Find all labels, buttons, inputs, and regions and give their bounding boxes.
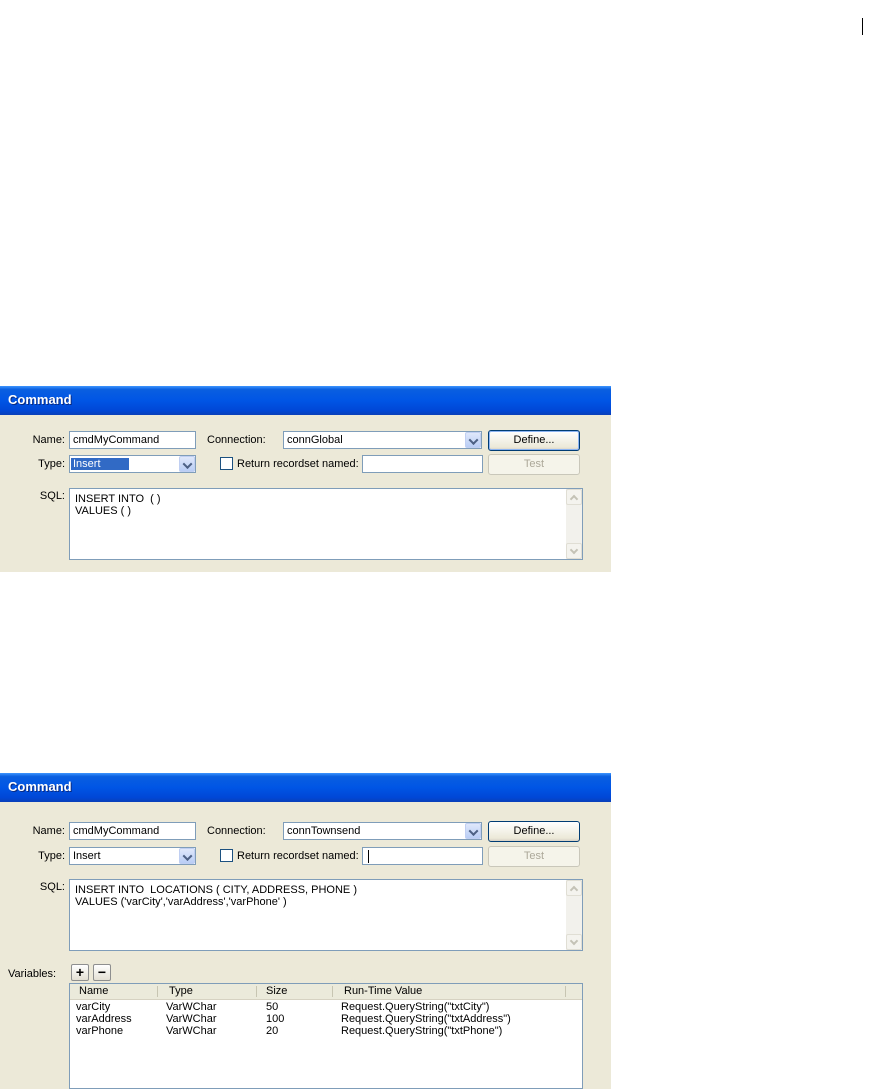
type-label: Type: <box>38 850 65 862</box>
sql-line: INSERT INTO ( ) <box>75 493 161 505</box>
variables-table[interactable]: Name Type Size Run-Time Value varCity Va… <box>69 983 583 1089</box>
column-header-runtime-value[interactable]: Run-Time Value <box>338 985 422 997</box>
remove-variable-button[interactable]: − <box>93 964 111 981</box>
return-recordset-input[interactable] <box>362 847 483 865</box>
test-button[interactable]: Test <box>488 846 580 867</box>
chevron-down-icon[interactable] <box>179 848 195 864</box>
column-header-type[interactable]: Type <box>163 985 193 997</box>
name-label: Name: <box>32 825 65 837</box>
column-divider[interactable] <box>565 986 566 997</box>
text-caret <box>368 850 369 863</box>
cell-runtime-value: Request.QueryString("txtCity") <box>341 1001 490 1013</box>
scroll-down-icon[interactable] <box>566 543 582 559</box>
cell-size: 100 <box>266 1013 285 1025</box>
cell-name: varAddress <box>76 1013 132 1025</box>
scroll-up-icon[interactable] <box>566 880 582 896</box>
cell-size: 20 <box>266 1025 279 1037</box>
chevron-down-icon[interactable] <box>465 823 481 839</box>
return-recordset-label: Return recordset named: <box>237 458 359 470</box>
sql-line: VALUES ('varCity','varAddress','varPhone… <box>75 896 287 908</box>
variables-label: Variables: <box>8 968 57 980</box>
column-header-size[interactable]: Size <box>260 985 287 997</box>
dialog-title: Command <box>8 392 72 407</box>
return-recordset-input[interactable] <box>362 455 483 473</box>
table-header: Name Type Size Run-Time Value <box>70 984 582 1000</box>
define-button[interactable]: Define... <box>488 430 580 451</box>
connection-select[interactable]: connGlobal <box>283 431 482 449</box>
cell-name: varCity <box>76 1001 111 1013</box>
return-recordset-checkbox[interactable] <box>220 849 233 862</box>
chevron-down-icon[interactable] <box>465 432 481 448</box>
test-button[interactable]: Test <box>488 454 580 475</box>
connection-select-value: connGlobal <box>287 434 343 446</box>
define-button[interactable]: Define... <box>488 821 580 842</box>
cell-runtime-value: Request.QueryString("txtAddress") <box>341 1013 511 1025</box>
column-header-name[interactable]: Name <box>73 985 108 997</box>
title-bar[interactable]: Command <box>0 386 611 415</box>
table-row[interactable]: varCity VarWChar 50 Request.QueryString(… <box>70 1001 582 1013</box>
sql-scrollbar[interactable] <box>566 489 582 559</box>
sql-label: SQL: <box>39 490 65 502</box>
sql-textarea[interactable]: INSERT INTO LOCATIONS ( CITY, ADDRESS, P… <box>69 879 583 951</box>
sql-scrollbar[interactable] <box>566 880 582 950</box>
return-recordset-label: Return recordset named: <box>237 850 359 862</box>
add-variable-button[interactable]: + <box>71 964 89 981</box>
name-input-value: cmdMyCommand <box>73 825 160 837</box>
sql-textarea[interactable]: INSERT INTO ( ) VALUES ( ) <box>69 488 583 560</box>
page-edge-rule <box>862 18 863 35</box>
chevron-down-icon[interactable] <box>179 456 195 472</box>
command-dialog-after: Command Name: cmdMyCommand Connection: c… <box>0 773 611 1089</box>
column-divider[interactable] <box>157 986 158 997</box>
return-recordset-checkbox[interactable] <box>220 457 233 470</box>
cell-runtime-value: Request.QueryString("txtPhone") <box>341 1025 503 1037</box>
type-select[interactable]: Insert <box>69 847 196 865</box>
connection-label: Connection: <box>207 434 266 446</box>
plus-icon: + <box>75 964 85 980</box>
minus-icon: − <box>97 964 107 980</box>
scroll-up-icon[interactable] <box>566 489 582 505</box>
cell-type: VarWChar <box>166 1001 217 1013</box>
title-bar[interactable]: Command <box>0 773 611 802</box>
cell-size: 50 <box>266 1001 279 1013</box>
connection-label: Connection: <box>207 825 266 837</box>
dialog-title: Command <box>8 779 72 794</box>
command-dialog-before: Command Name: cmdMyCommand Connection: c… <box>0 386 611 572</box>
name-label: Name: <box>32 434 65 446</box>
sql-label: SQL: <box>39 881 65 893</box>
type-select[interactable]: Insert <box>69 455 196 473</box>
table-row[interactable]: varPhone VarWChar 20 Request.QueryString… <box>70 1025 582 1037</box>
type-select-value: Insert <box>73 850 101 862</box>
column-divider[interactable] <box>256 986 257 997</box>
cell-type: VarWChar <box>166 1013 217 1025</box>
connection-select[interactable]: connTownsend <box>283 822 482 840</box>
scroll-down-icon[interactable] <box>566 934 582 950</box>
connection-select-value: connTownsend <box>287 825 361 837</box>
type-label: Type: <box>38 458 65 470</box>
table-row[interactable]: varAddress VarWChar 100 Request.QueryStr… <box>70 1013 582 1025</box>
column-divider[interactable] <box>332 986 333 997</box>
cell-name: varPhone <box>76 1025 124 1037</box>
name-input[interactable]: cmdMyCommand <box>69 822 196 840</box>
cell-type: VarWChar <box>166 1025 217 1037</box>
sql-line: INSERT INTO LOCATIONS ( CITY, ADDRESS, P… <box>75 884 357 896</box>
type-select-value: Insert <box>71 458 129 470</box>
name-input[interactable]: cmdMyCommand <box>69 431 196 449</box>
sql-line: VALUES ( ) <box>75 505 132 517</box>
name-input-value: cmdMyCommand <box>73 434 160 446</box>
